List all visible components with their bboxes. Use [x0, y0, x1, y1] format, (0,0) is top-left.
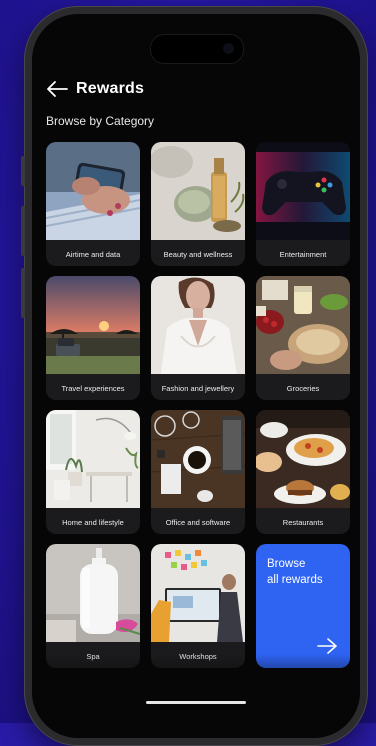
cta-line-1: Browse	[267, 556, 323, 572]
category-image-fashion	[151, 276, 245, 374]
category-tile-groceries[interactable]: Groceries	[256, 276, 350, 400]
category-image-office	[151, 410, 245, 508]
category-image-workshops	[151, 544, 245, 642]
section-subtitle: Browse by Category	[46, 114, 154, 128]
category-image-travel	[46, 276, 140, 374]
category-tile-entertainment[interactable]: Entertainment	[256, 142, 350, 266]
category-image-beauty	[151, 142, 245, 240]
browse-all-rewards-button[interactable]: Browse all rewards	[256, 544, 350, 668]
arrow-right-icon	[317, 638, 337, 654]
category-tile-travel[interactable]: Travel experiences	[46, 276, 140, 400]
phone-side-button	[21, 156, 25, 186]
category-image-restaurants	[256, 410, 350, 508]
category-label: Beauty and wellness	[151, 250, 245, 259]
arrow-left-icon[interactable]	[46, 80, 68, 98]
category-label: Airtime and data	[46, 250, 140, 259]
category-label: Entertainment	[256, 250, 350, 259]
phone-frame: Rewards Browse by Category	[24, 6, 368, 746]
dynamic-island	[150, 34, 244, 64]
category-tile-spa[interactable]: Spa	[46, 544, 140, 668]
category-tile-home[interactable]: Home and lifestyle	[46, 410, 140, 534]
phone-side-button	[21, 206, 25, 256]
page-header: Rewards	[46, 80, 144, 98]
category-tile-workshops[interactable]: Workshops	[151, 544, 245, 668]
category-label: Spa	[46, 652, 140, 661]
category-label: Home and lifestyle	[46, 518, 140, 527]
category-tile-office[interactable]: Office and software	[151, 410, 245, 534]
home-indicator[interactable]	[146, 701, 246, 704]
category-image-entertainment	[256, 142, 350, 240]
category-label: Travel experiences	[46, 384, 140, 393]
category-image-home	[46, 410, 140, 508]
category-image-groceries	[256, 276, 350, 374]
category-tile-restaurants[interactable]: Restaurants	[256, 410, 350, 534]
category-label: Groceries	[256, 384, 350, 393]
camera-icon	[223, 43, 234, 54]
app-screen: Rewards Browse by Category	[32, 14, 360, 738]
category-label: Fashion and jewellery	[151, 384, 245, 393]
category-tile-fashion[interactable]: Fashion and jewellery	[151, 276, 245, 400]
category-grid: Airtime and data	[46, 142, 350, 668]
category-image-airtime	[46, 142, 140, 240]
category-tile-beauty[interactable]: Beauty and wellness	[151, 142, 245, 266]
category-label: Workshops	[151, 652, 245, 661]
browse-all-rewards-label: Browse all rewards	[267, 556, 323, 588]
category-label: Restaurants	[256, 518, 350, 527]
category-label: Office and software	[151, 518, 245, 527]
page-title: Rewards	[76, 80, 144, 98]
cta-line-2: all rewards	[267, 572, 323, 588]
category-image-spa	[46, 544, 140, 642]
phone-side-button	[21, 268, 25, 318]
category-tile-airtime[interactable]: Airtime and data	[46, 142, 140, 266]
